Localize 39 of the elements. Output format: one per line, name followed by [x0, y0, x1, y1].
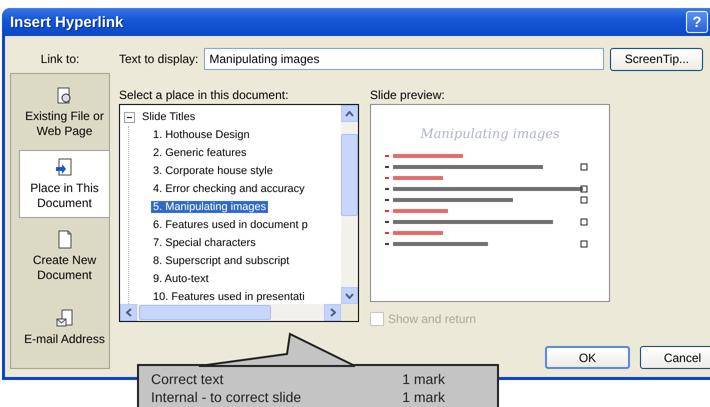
dialog-button[interactable]: Cancel	[640, 346, 710, 369]
callout-mark: 1 mark	[402, 388, 446, 406]
collapse-icon[interactable]	[124, 112, 135, 122]
link-to-item[interactable]: E-mail Address	[19, 294, 109, 362]
link-to-label: Link to:	[40, 51, 80, 68]
tree-item[interactable]: 1. Hothouse Design	[151, 129, 252, 141]
link-to-item[interactable]: Create New Document	[19, 222, 109, 290]
screentip-button[interactable]: ScreenTip...	[610, 48, 704, 70]
tree-item[interactable]: 6. Features used in document p	[151, 219, 310, 231]
vertical-scrollbar[interactable]	[341, 105, 358, 304]
tree-item[interactable]: 2. Generic features	[151, 147, 249, 159]
text-to-display-field[interactable]: Manipulating images	[204, 48, 604, 70]
tree-item[interactable]: 3. Corporate house style	[151, 165, 275, 177]
tree-item[interactable]: Slide Titles	[140, 111, 198, 123]
tree-item[interactable]: 5. Manipulating images	[151, 201, 268, 213]
place-list-label: Select a place in this document:	[119, 88, 290, 102]
window-title: Insert Hyperlink	[10, 14, 124, 30]
tree-item[interactable]: 10. Features used in presentati	[151, 291, 307, 303]
slide-preview-label: Slide preview:	[370, 88, 446, 102]
callout-text: Correct text	[151, 370, 224, 388]
text-to-display-label: Text to display:	[119, 52, 198, 66]
tree-item[interactable]: 4. Error checking and accuracy	[151, 183, 307, 195]
callout-mark: 1 mark	[402, 370, 446, 388]
scrollbar-corner	[341, 304, 358, 321]
link-to-item[interactable]: Place in This Document	[19, 150, 109, 218]
email-document-icon	[56, 309, 74, 330]
show-and-return-label: Show and return	[388, 312, 476, 326]
help-button[interactable]: ?	[686, 11, 708, 33]
document-icon	[56, 158, 74, 178]
tree-item[interactable]: 7. Special characters	[151, 237, 258, 249]
tree-item[interactable]: 8. Superscript and subscript	[151, 255, 292, 267]
new-document-icon	[56, 230, 74, 250]
tree-item[interactable]: 9. Auto-text	[151, 273, 211, 285]
link-to-item[interactable]: Existing File or Web Page	[19, 78, 109, 146]
dialog-button[interactable]: OK	[545, 346, 630, 369]
horizontal-scrollbar[interactable]	[120, 304, 341, 321]
slide-title: Manipulating images	[419, 127, 561, 142]
callout-text: Internal - to correct slide	[151, 388, 302, 406]
document-icon	[56, 86, 74, 106]
